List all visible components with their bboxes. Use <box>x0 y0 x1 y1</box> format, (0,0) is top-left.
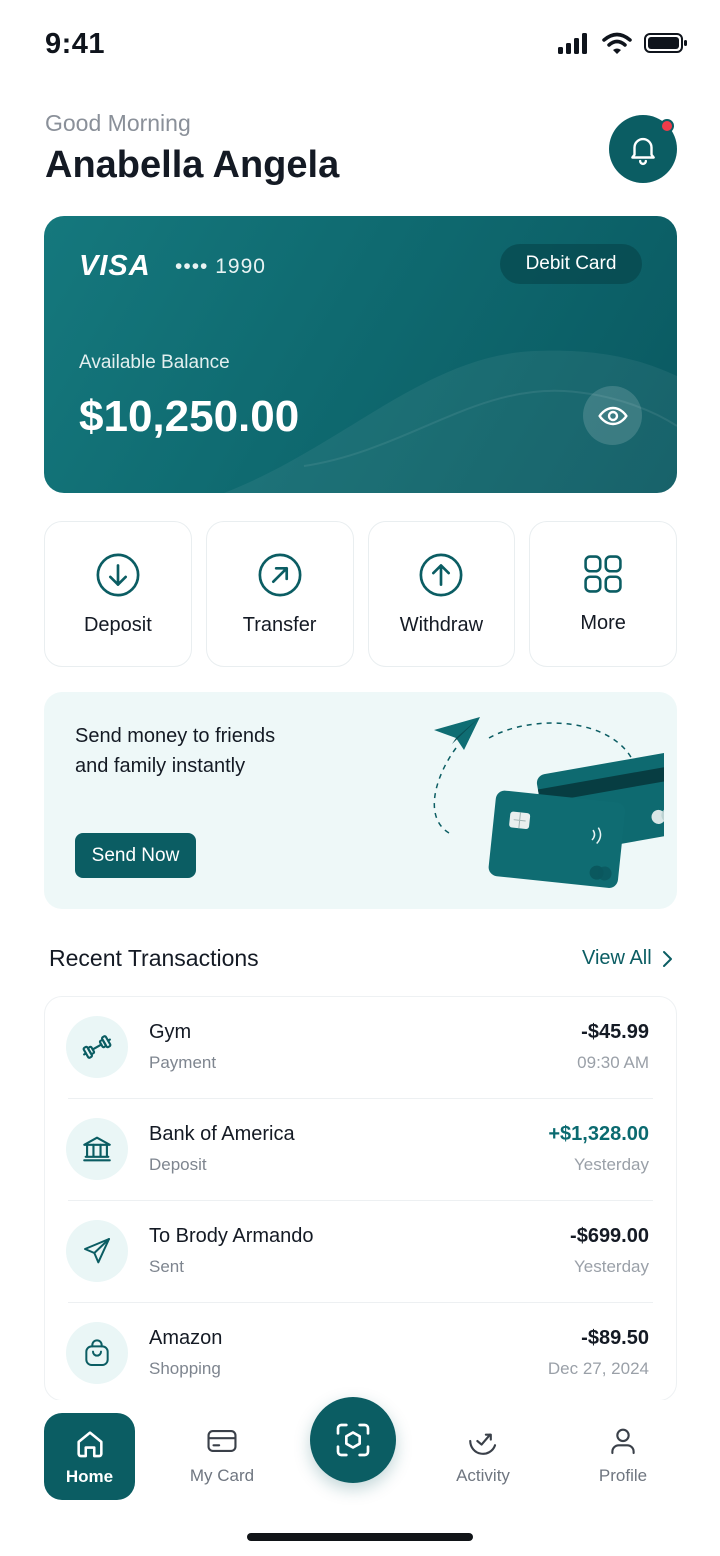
transfer-button[interactable]: Transfer <box>205 521 354 667</box>
view-all-label: View All <box>582 947 652 969</box>
grid-icon <box>584 555 622 593</box>
wifi-icon <box>602 32 632 54</box>
scan-icon <box>336 1423 370 1457</box>
chevron-right-icon <box>662 950 672 967</box>
tx-time: 09:30 AM <box>577 1053 649 1072</box>
notification-dot <box>660 119 674 133</box>
send-now-button[interactable]: Send Now <box>75 833 196 878</box>
balance-value: $10,250.00 <box>79 392 300 441</box>
arrow-down-circle-icon <box>96 553 140 597</box>
promo-banner: Send money to friends and family instant… <box>44 692 677 909</box>
home-icon <box>76 1430 103 1457</box>
tx-icon-wrapper <box>66 1322 128 1384</box>
status-bar: 9:41 <box>0 0 720 90</box>
more-button[interactable]: More <box>529 521 677 667</box>
nav-activity[interactable]: Activity <box>428 1424 538 1486</box>
more-label: More <box>580 612 626 634</box>
tx-name: Gym <box>149 1021 192 1043</box>
promo-text: Send money to friends and family instant… <box>75 725 276 777</box>
tx-amount: -$45.99 <box>581 1021 649 1043</box>
activity-icon <box>469 1433 497 1455</box>
tx-icon-wrapper <box>66 1220 128 1282</box>
user-name: Anabella Angela <box>45 144 340 186</box>
bell-icon <box>631 137 655 166</box>
deposit-button[interactable]: Deposit <box>44 521 192 667</box>
nav-home-label: Home <box>65 1466 114 1486</box>
toggle-balance-button[interactable] <box>583 386 642 445</box>
tx-category: Sent <box>149 1257 184 1276</box>
user-icon <box>611 1428 635 1455</box>
transactions-list: Gym Payment -$45.99 09:30 AM Bank of Ame… <box>44 996 677 1401</box>
nav-home[interactable]: Home <box>44 1413 135 1500</box>
eye-icon <box>597 406 628 425</box>
credit-card-icon <box>207 1430 237 1452</box>
balance-card[interactable]: VISA •••• 1990 Debit Card Available Bala… <box>44 216 677 493</box>
dumbbell-icon <box>82 1035 112 1059</box>
greeting: Good Morning <box>45 110 191 136</box>
nav-my-card-label: My Card <box>189 1466 255 1485</box>
nav-activity-label: Activity <box>456 1466 510 1485</box>
card-number: •••• 1990 <box>175 255 266 278</box>
battery-icon <box>644 33 687 53</box>
tx-name: To Brody Armando <box>149 1225 314 1247</box>
deposit-label: Deposit <box>83 614 152 636</box>
tx-icon-wrapper <box>66 1016 128 1078</box>
transfer-label: Transfer <box>242 614 317 636</box>
transaction-row-amazon[interactable]: Amazon Shopping -$89.50 Dec 27, 2024 <box>66 1303 653 1400</box>
arrow-up-circle-icon <box>419 553 463 597</box>
tx-amount: -$89.50 <box>581 1327 649 1349</box>
status-time: 9:41 <box>45 28 106 60</box>
nav-profile[interactable]: Profile <box>568 1424 678 1486</box>
tx-time: Yesterday <box>574 1155 649 1174</box>
tx-time: Dec 27, 2024 <box>547 1359 649 1378</box>
bank-icon <box>83 1136 111 1162</box>
cards-illustration <box>433 717 664 888</box>
recent-transactions-title: Recent Transactions <box>49 945 259 971</box>
nav-my-card[interactable]: My Card <box>167 1424 277 1486</box>
notifications-button[interactable] <box>609 115 677 183</box>
transaction-row-gym[interactable]: Gym Payment -$45.99 09:30 AM <box>66 997 653 1099</box>
shopping-bag-icon <box>85 1339 109 1366</box>
nav-profile-label: Profile <box>598 1466 648 1485</box>
tx-time: Yesterday <box>574 1257 649 1276</box>
view-all-link[interactable]: View All <box>582 947 674 970</box>
arrow-up-right-circle-icon <box>258 553 302 597</box>
send-icon <box>84 1238 110 1264</box>
visa-logo: VISA <box>79 250 151 282</box>
withdraw-button[interactable]: Withdraw <box>367 521 516 667</box>
scan-button[interactable] <box>310 1397 396 1483</box>
tx-icon-wrapper <box>66 1118 128 1180</box>
tx-category: Deposit <box>149 1155 207 1174</box>
signal-icon <box>558 33 587 54</box>
transaction-row-brody-armando[interactable]: To Brody Armando Sent -$699.00 Yesterday <box>66 1201 653 1303</box>
tx-name: Amazon <box>149 1327 223 1349</box>
tx-amount: +$1,328.00 <box>548 1123 649 1145</box>
balance-label: Available Balance <box>79 352 230 373</box>
status-icons <box>558 32 688 54</box>
tx-name: Bank of America <box>149 1123 295 1145</box>
card-type-badge: Debit Card <box>500 244 642 284</box>
paper-plane-icon <box>434 717 480 750</box>
withdraw-label: Withdraw <box>399 614 484 636</box>
tx-category: Payment <box>149 1053 217 1072</box>
quick-actions: Deposit Transfer Withdraw More <box>44 521 677 667</box>
transaction-row-bank-of-america[interactable]: Bank of America Deposit +$1,328.00 Yeste… <box>66 1099 653 1201</box>
tx-category: Shopping <box>149 1359 221 1378</box>
tx-amount: -$699.00 <box>570 1225 649 1247</box>
home-indicator <box>247 1533 473 1541</box>
